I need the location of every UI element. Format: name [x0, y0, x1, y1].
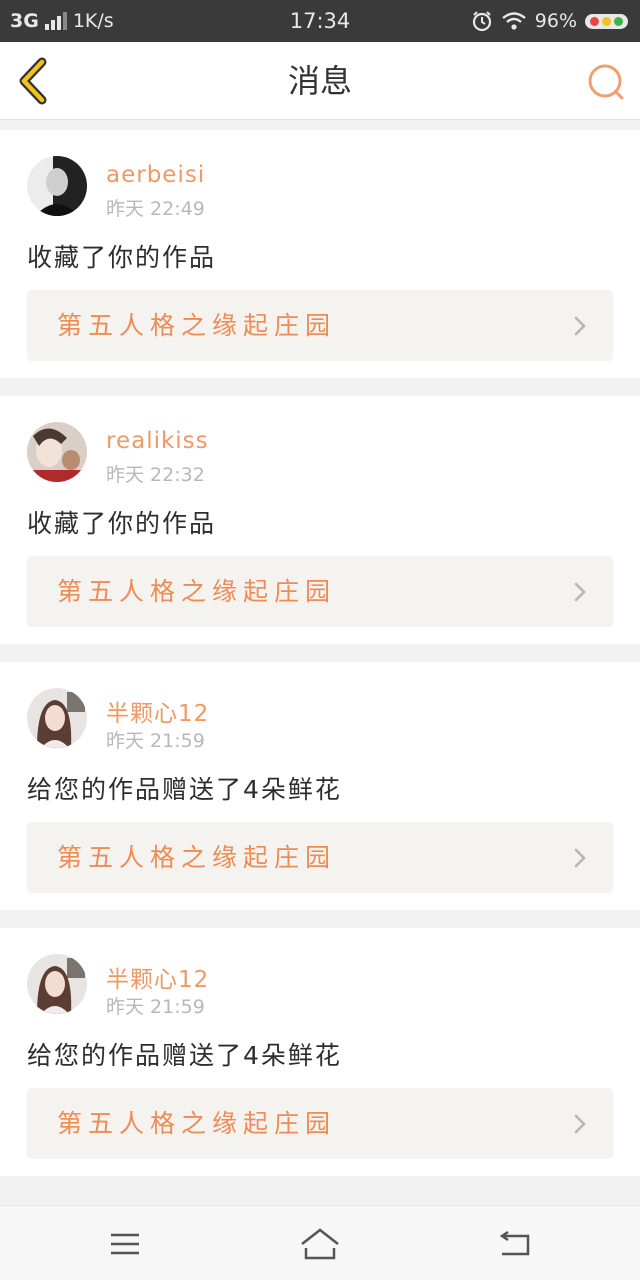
work-link[interactable]: 第五人格之缘起庄园 [27, 822, 613, 893]
work-link[interactable]: 第五人格之缘起庄园 [27, 556, 613, 627]
alarm-icon [472, 11, 491, 32]
chevron-right-icon [574, 848, 586, 868]
message-text: 给您的作品赠送了4朵鲜花 [27, 775, 342, 804]
message-text: 收藏了你的作品 [27, 509, 217, 538]
message-item: 半颗心12 昨天 21:59 给您的作品赠送了4朵鲜花 第五人格之缘起庄园 [0, 928, 640, 1176]
message-item: 半颗心12 昨天 21:59 给您的作品赠送了4朵鲜花 第五人格之缘起庄园 [0, 662, 640, 910]
message-text: 给您的作品赠送了4朵鲜花 [27, 1041, 342, 1070]
timestamp: 昨天 21:59 [106, 730, 205, 752]
username[interactable]: aerbeisi [106, 162, 205, 188]
message-item: aerbeisi 昨天 22:49 收藏了你的作品 第五人格之缘起庄园 [0, 130, 640, 378]
timestamp: 昨天 22:49 [106, 198, 205, 220]
message-item: realikiss 昨天 22:32 收藏了你的作品 第五人格之缘起庄园 [0, 396, 640, 644]
chevron-left-icon[interactable] [14, 56, 54, 106]
work-title: 第五人格之缘起庄园 [57, 1109, 337, 1138]
username[interactable]: 半颗心12 [106, 694, 209, 728]
avatar[interactable] [27, 688, 87, 748]
work-link[interactable]: 第五人格之缘起庄园 [27, 290, 613, 361]
work-title: 第五人格之缘起庄园 [57, 311, 337, 340]
system-nav-bar [0, 1205, 640, 1280]
back-icon[interactable] [496, 1224, 536, 1264]
avatar[interactable] [27, 156, 87, 216]
wifi-icon [502, 12, 526, 30]
chevron-right-icon [574, 582, 586, 602]
work-title: 第五人格之缘起庄园 [57, 843, 337, 872]
search-icon[interactable] [586, 62, 626, 102]
status-bar: 3G 1K/s 17:34 96% [0, 0, 640, 42]
timestamp: 昨天 21:59 [106, 996, 205, 1018]
message-list: aerbeisi 昨天 22:49 收藏了你的作品 第五人格之缘起庄园 real… [0, 130, 640, 1194]
work-link[interactable]: 第五人格之缘起庄园 [27, 1088, 613, 1159]
work-title: 第五人格之缘起庄园 [57, 577, 337, 606]
page-title: 消息 [287, 62, 352, 100]
menu-icon[interactable] [105, 1224, 145, 1264]
message-text: 收藏了你的作品 [27, 243, 217, 272]
battery-icon [585, 13, 628, 29]
username[interactable]: realikiss [106, 428, 209, 454]
status-right: 96% [471, 0, 628, 42]
chevron-right-icon [574, 316, 586, 336]
avatar[interactable] [27, 422, 87, 482]
chevron-right-icon [574, 1114, 586, 1134]
battery-percent: 96% [534, 10, 577, 32]
avatar[interactable] [27, 954, 87, 1014]
timestamp: 昨天 22:32 [106, 464, 205, 486]
username[interactable]: 半颗心12 [106, 960, 209, 994]
app-header: 消息 [0, 42, 640, 120]
home-icon[interactable] [298, 1224, 342, 1264]
